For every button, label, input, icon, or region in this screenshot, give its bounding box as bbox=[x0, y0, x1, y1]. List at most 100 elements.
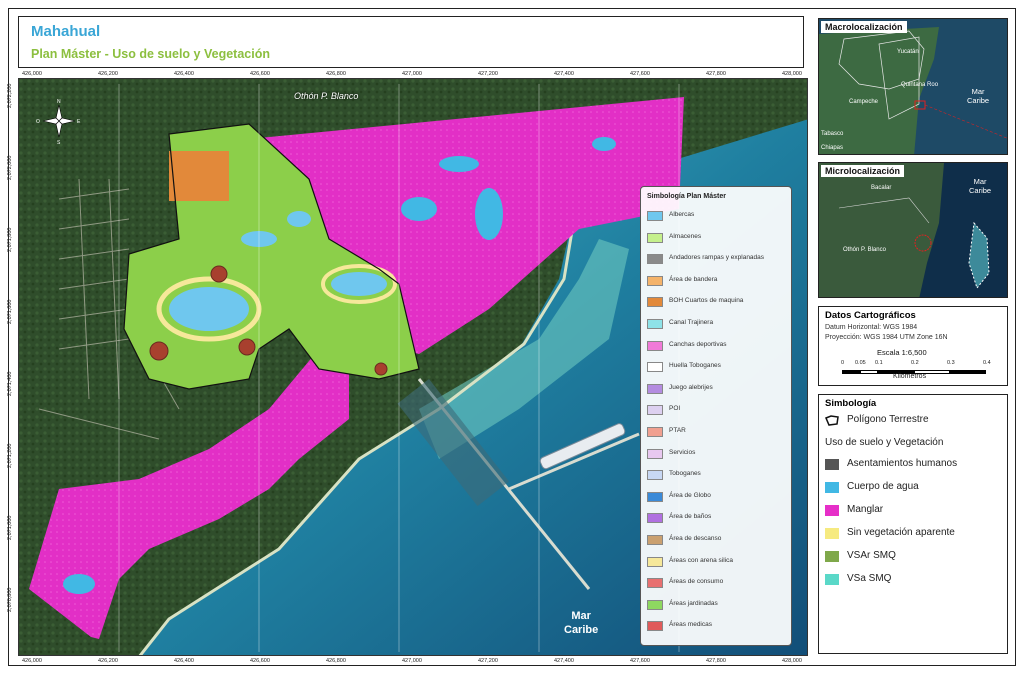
micro-sea-label: Mar Caribe bbox=[969, 177, 991, 195]
legend-swatch bbox=[825, 528, 839, 539]
plan-legend-item: Huella Toboganes bbox=[647, 360, 787, 374]
plan-legend-label: Canal Trajinera bbox=[669, 319, 714, 326]
plan-legend-label: Área de baños bbox=[669, 513, 712, 521]
macro-label-yucatan: Yucatán bbox=[897, 49, 919, 55]
macro-label-campeche: Campeche bbox=[849, 99, 879, 105]
legend-swatch bbox=[647, 578, 663, 589]
legend-swatch bbox=[647, 621, 663, 632]
macro-sea-label: Mar Caribe bbox=[967, 87, 989, 105]
plan-legend-item: Canchas deportivas bbox=[647, 339, 787, 353]
plan-legend-label: Área de Globo bbox=[669, 491, 711, 499]
legend-swatch bbox=[647, 319, 663, 329]
x-coordinate-label: 428,000 bbox=[782, 71, 802, 77]
plan-legend-label: Áreas con arena silica bbox=[669, 556, 733, 564]
x-coordinate-label: 426,000 bbox=[22, 71, 42, 77]
plan-legend-item: Área de descanso bbox=[647, 533, 787, 547]
x-coordinate-label: 427,600 bbox=[630, 71, 650, 77]
scale-tick: 0.05 bbox=[855, 360, 866, 366]
x-coordinate-label: 427,400 bbox=[554, 71, 574, 77]
x-coordinate-label: 426,800 bbox=[326, 658, 346, 664]
plan-legend-label: Andadores rampas y explanadas bbox=[669, 254, 765, 262]
micro-label-bacalar: Bacalar bbox=[871, 185, 892, 191]
place-label-othon: Othón P. Blanco bbox=[294, 91, 359, 101]
macro-title: Macrolocalización bbox=[821, 21, 907, 33]
micro-sea-line2: Caribe bbox=[969, 186, 992, 195]
x-coordinate-label: 426,200 bbox=[98, 658, 118, 664]
x-coordinate-label: 426,800 bbox=[326, 71, 346, 77]
scale-tick: 0.3 bbox=[947, 360, 955, 366]
x-coordinate-label: 427,800 bbox=[706, 658, 726, 664]
x-coordinate-label: 426,000 bbox=[22, 658, 42, 664]
legend-swatch bbox=[647, 535, 663, 545]
y-coordinate-label: 2,072,000 bbox=[7, 155, 13, 180]
poligono-outline-icon bbox=[825, 415, 839, 426]
plan-legend-label: Toboganes bbox=[669, 470, 701, 478]
simbologia-legend: Simbología Polígono Terrestre Uso de sue… bbox=[818, 394, 1008, 654]
legend-swatch bbox=[647, 383, 663, 394]
uso-suelo-label: VSa SMQ bbox=[847, 573, 892, 584]
uso-suelo-item: Asentamientos humanos bbox=[825, 457, 1005, 473]
plan-legend-item: Juego alebrijes bbox=[647, 382, 787, 396]
x-coordinate-label: 426,400 bbox=[174, 658, 194, 664]
plan-legend-item: BOH Cuartos de maquina bbox=[647, 295, 787, 309]
sea-label: Mar Caribe bbox=[564, 609, 598, 637]
uso-suelo-item: Cuerpo de agua bbox=[825, 480, 1005, 496]
plan-legend-label: Área de descanso bbox=[669, 535, 722, 542]
uso-suelo-label: Cuerpo de agua bbox=[847, 481, 919, 492]
plan-legend-item: Andadores rampas y explanadas bbox=[647, 252, 787, 266]
legend-swatch bbox=[647, 491, 663, 502]
uso-suelo-label: Asentamientos humanos bbox=[847, 458, 958, 469]
plan-legend-label: Albercas bbox=[669, 211, 695, 218]
y-coordinate-label: 2,071,800 bbox=[7, 227, 13, 252]
plan-legend-item: Áreas con arena silica bbox=[647, 555, 787, 569]
scale-unit: Kilometros bbox=[893, 373, 927, 380]
svg-text:N: N bbox=[57, 99, 61, 105]
plan-legend-item: Servicios bbox=[647, 447, 787, 461]
legend-swatch bbox=[825, 482, 839, 493]
boh-area bbox=[169, 151, 229, 201]
legend-label-poligono: Polígono Terrestre bbox=[847, 414, 929, 425]
escala-text: Escala 1:6,500 bbox=[877, 348, 927, 357]
macro-label-qroo: Quintana Roo bbox=[901, 82, 939, 88]
plan-legend-label: Áreas medicas bbox=[669, 621, 712, 629]
svg-text:O: O bbox=[36, 119, 40, 125]
x-coordinate-label: 427,000 bbox=[402, 71, 422, 77]
plan-legend-item: Área de Globo bbox=[647, 490, 787, 504]
legend-swatch bbox=[647, 448, 663, 459]
plan-legend-item: Áreas de consumo bbox=[647, 576, 787, 590]
plan-legend-label: BOH Cuartos de maquina bbox=[669, 297, 744, 305]
plan-master-legend: Simbología Plan Máster Albercas Almacenes… bbox=[640, 186, 792, 646]
uso-suelo-title: Uso de suelo y Vegetación bbox=[825, 437, 944, 448]
map-title: Mahahual bbox=[31, 23, 101, 40]
plan-legend-label: Áreas jardinadas bbox=[669, 599, 718, 607]
x-coordinate-label: 427,800 bbox=[706, 71, 726, 77]
x-coordinate-label: 427,000 bbox=[402, 658, 422, 664]
map-subtitle: Plan Máster - Uso de suelo y Vegetación bbox=[31, 47, 270, 61]
legend-swatch bbox=[825, 459, 839, 470]
uso-suelo-item: VSAr SMQ bbox=[825, 549, 1005, 565]
plan-legend-item: Áreas jardinadas bbox=[647, 598, 787, 612]
scale-tick: 0.4 bbox=[983, 360, 991, 366]
y-coordinate-label: 2,071,200 bbox=[7, 443, 13, 468]
scale-tick: 0 bbox=[841, 360, 845, 366]
x-coordinate-label: 427,400 bbox=[554, 658, 574, 664]
plan-legend-label: PTAR bbox=[669, 427, 686, 434]
y-coordinate-label: 2,072,200 bbox=[7, 83, 13, 108]
legend-swatch bbox=[647, 211, 663, 221]
x-coordinate-label: 426,600 bbox=[250, 71, 270, 77]
legend-swatch bbox=[825, 505, 839, 516]
uso-suelo-item: Manglar bbox=[825, 503, 1005, 519]
legend-swatch bbox=[647, 254, 663, 265]
legend-swatch bbox=[647, 232, 663, 243]
x-coordinate-label: 426,600 bbox=[250, 658, 270, 664]
microlocalizacion-inset: Microlocalización Bacalar Othón P. Blanc… bbox=[818, 162, 1008, 298]
plan-legend-label: POI bbox=[669, 405, 681, 413]
plan-legend-label: Almacenes bbox=[669, 232, 702, 240]
y-coordinate-label: 2,071,400 bbox=[7, 371, 13, 396]
plan-legend-label: Áreas de consumo bbox=[669, 578, 724, 586]
micro-label-othon: Othón P. Blanco bbox=[843, 247, 886, 253]
datum-text: Datum Horizontal: WGS 1984 bbox=[825, 324, 918, 331]
plan-legend-item: Albercas bbox=[647, 209, 787, 223]
uso-suelo-item: VSa SMQ bbox=[825, 572, 1005, 588]
micro-sea-line1: Mar bbox=[973, 177, 987, 186]
